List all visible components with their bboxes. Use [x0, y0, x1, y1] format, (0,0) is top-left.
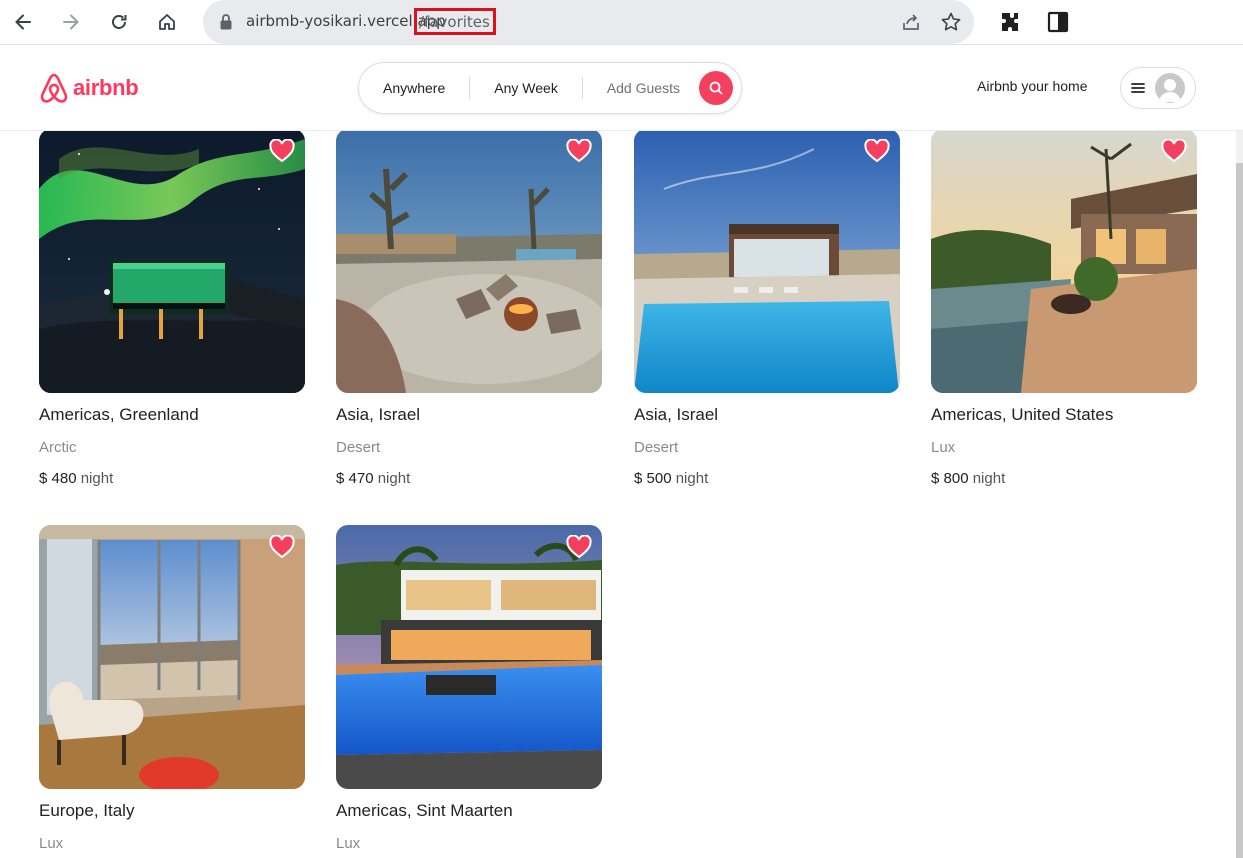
listing-card[interactable]: Asia, Israel Desert $ 500 night: [634, 131, 900, 487]
listing-card[interactable]: Americas, Greenland Arctic $ 480 night: [39, 131, 305, 487]
arrow-left-icon: [15, 14, 31, 30]
favorite-heart-icon[interactable]: [566, 139, 592, 163]
search-anywhere[interactable]: Anywhere: [383, 80, 445, 96]
page-scrollbar-thumb[interactable]: [1236, 163, 1243, 858]
listing-category: Desert: [336, 439, 381, 456]
favorite-heart-icon[interactable]: [269, 535, 295, 559]
share-icon[interactable]: [900, 11, 922, 33]
listing-image[interactable]: [336, 131, 602, 393]
airbnb-logo-icon: [40, 73, 68, 103]
search-button[interactable]: [699, 71, 733, 105]
listing-photo-desert-firepit: [336, 131, 602, 393]
listing-photo-desert-pool-house: [634, 131, 900, 393]
listing-image[interactable]: [336, 525, 602, 789]
listing-price-unit: night: [675, 470, 709, 487]
url-path-highlight: /favorites: [414, 8, 496, 35]
listing-location: Americas, Greenland: [39, 405, 199, 424]
listing-image[interactable]: [931, 131, 1197, 393]
listing-card[interactable]: Europe, Italy Lux: [39, 525, 305, 852]
favorites-grid: Americas, Greenland Arctic $ 480 night A…: [0, 131, 1243, 858]
search-divider: [581, 77, 583, 99]
bookmark-star-icon[interactable]: [940, 11, 962, 33]
favorite-heart-icon[interactable]: [1161, 139, 1187, 163]
airbnb-logo[interactable]: airbnb: [39, 72, 139, 104]
search-add-guests[interactable]: Add Guests: [607, 80, 680, 96]
extensions-icon[interactable]: [998, 10, 1022, 34]
side-panel-icon[interactable]: [1046, 10, 1070, 34]
logo-wordmark: airbnb: [73, 75, 139, 100]
reload-icon: [112, 15, 127, 29]
listing-card[interactable]: Americas, United States Lux $ 800 night: [931, 131, 1197, 487]
listing-price-row: $ 470 night: [336, 470, 602, 487]
user-placeholder-icon: [1159, 79, 1181, 102]
listing-location: Europe, Italy: [39, 801, 135, 820]
favorite-heart-icon[interactable]: [566, 535, 592, 559]
listing-category: Lux: [931, 439, 956, 456]
listing-price: $ 800: [931, 470, 969, 487]
home-icon: [159, 14, 175, 30]
listing-image[interactable]: [39, 525, 305, 789]
address-bar[interactable]: airbmb-yosikari.vercel.app /favorites: [203, 0, 974, 44]
listing-price-row: $ 500 night: [634, 470, 900, 487]
listing-photo-modern-villa-infinity-pool: [336, 525, 602, 789]
listing-price-unit: night: [972, 470, 1006, 487]
listing-image[interactable]: [39, 131, 305, 393]
listing-price-unit: night: [80, 470, 114, 487]
avatar: [1155, 73, 1185, 103]
search-any-week[interactable]: Any Week: [494, 80, 558, 96]
listing-card[interactable]: Americas, Sint Maarten Lux: [336, 525, 602, 852]
listing-price: $ 470: [336, 470, 374, 487]
home-button[interactable]: [151, 6, 183, 38]
arrow-right-icon: [63, 14, 79, 30]
listing-location: Asia, Israel: [634, 405, 719, 424]
listing-price: $ 480: [39, 470, 77, 487]
listing-location: Asia, Israel: [336, 405, 421, 424]
back-button[interactable]: [7, 6, 39, 38]
menu-icon: [1131, 83, 1145, 93]
browser-toolbar: airbmb-yosikari.vercel.app /favorites: [0, 0, 1243, 45]
listing-photo-glass-room-lounge-chair: [39, 525, 305, 789]
listing-price-row: $ 800 night: [931, 470, 1197, 487]
search-bar[interactable]: Anywhere Any Week Add Guests: [358, 62, 742, 114]
listing-category: Desert: [634, 439, 679, 456]
listing-category: Lux: [39, 835, 64, 852]
listing-location: Americas, Sint Maarten: [336, 801, 513, 820]
listing-location: Americas, United States: [931, 405, 1114, 424]
forward-button[interactable]: [55, 6, 87, 38]
listing-card[interactable]: Asia, Israel Desert $ 470 night: [336, 131, 602, 487]
favorite-heart-icon[interactable]: [864, 139, 890, 163]
airbnb-your-home-link[interactable]: Airbnb your home: [977, 78, 1088, 94]
listing-image[interactable]: [634, 131, 900, 393]
listing-price: $ 500: [634, 470, 672, 487]
search-divider: [469, 77, 471, 99]
favorite-heart-icon[interactable]: [269, 139, 295, 163]
reload-button[interactable]: [103, 6, 135, 38]
lock-icon: [220, 14, 232, 30]
listing-price-row: $ 480 night: [39, 470, 305, 487]
site-header: airbnb Anywhere Any Week Add Guests Airb…: [0, 45, 1243, 131]
listing-price-unit: night: [377, 470, 411, 487]
listing-photo-sunset-villa: [931, 131, 1197, 393]
user-menu-button[interactable]: [1120, 67, 1196, 109]
listing-category: Lux: [336, 835, 361, 852]
listing-category: Arctic: [39, 439, 77, 456]
search-icon: [709, 81, 723, 95]
listing-photo-aurora-glass-house: [39, 131, 305, 393]
